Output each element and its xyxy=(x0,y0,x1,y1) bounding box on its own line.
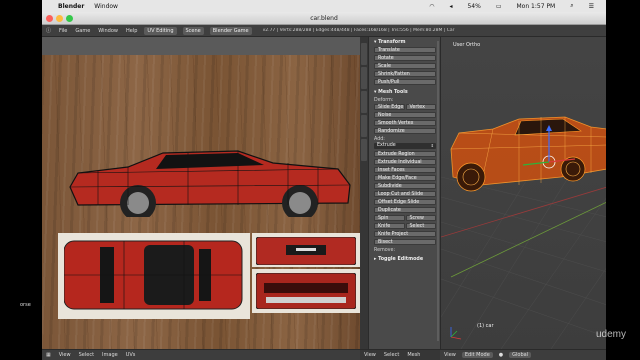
push-pull-button[interactable]: Push/Pull xyxy=(374,78,436,86)
menu-file[interactable]: File xyxy=(55,28,71,34)
tab-grease-pencil[interactable] xyxy=(361,139,367,161)
extrude-select[interactable]: Extrude xyxy=(374,142,436,150)
scene-stats: v2.77 | Verts:288/288 | Edges:448/448 | … xyxy=(262,28,455,33)
menu-help[interactable]: Help xyxy=(122,28,141,34)
menu-window[interactable]: Window xyxy=(90,3,124,10)
vp-menu-view[interactable]: View xyxy=(440,352,460,358)
car-front-texture xyxy=(256,237,356,265)
scene-selector[interactable]: Scene xyxy=(182,26,204,35)
slide-row: Slide Edge Vertex xyxy=(374,103,436,111)
udemy-watermark: udemy xyxy=(595,329,626,340)
loop-cut-slide-button[interactable]: Loop Cut and Slide xyxy=(374,190,436,198)
zoom-icon[interactable] xyxy=(66,15,73,22)
extrude-region-button[interactable]: Extrude Region xyxy=(374,150,436,158)
search-icon[interactable]: ⌕ xyxy=(566,2,579,10)
spin-row: Spin Screw xyxy=(374,214,436,222)
list-icon[interactable]: ☰ xyxy=(585,3,600,10)
vertex-button[interactable]: Vertex xyxy=(405,103,436,111)
shrink-fatten-button[interactable]: Shrink/Fatten xyxy=(374,70,436,78)
menu-window[interactable]: Window xyxy=(94,28,122,34)
tab-tools[interactable] xyxy=(361,43,367,65)
tool-shelf: ▾ Transform Translate Rotate Scale Shrin… xyxy=(368,37,440,349)
uv-menu-image[interactable]: Image xyxy=(98,352,122,358)
battery-percent[interactable]: 54% xyxy=(463,3,486,10)
app-menu-blender[interactable]: Blender xyxy=(54,3,90,10)
car-rear-texture xyxy=(256,273,356,309)
rotate-button[interactable]: Rotate xyxy=(374,54,436,62)
menubar-clock[interactable]: Mon 1:57 PM xyxy=(513,3,562,10)
left-cutoff-text: orse xyxy=(20,302,31,308)
tab-shading[interactable] xyxy=(361,91,367,113)
status-area: ◠ ◂ 54% ▭ Mon 1:57 PM ⌕ ☰ xyxy=(425,2,606,10)
knife-project-button[interactable]: Knife Project xyxy=(374,230,436,238)
wifi-icon[interactable]: ◠ xyxy=(425,3,440,10)
bisect-button[interactable]: Bisect xyxy=(374,238,436,246)
knife-row: Knife Select xyxy=(374,222,436,230)
subdivide-button[interactable]: Subdivide xyxy=(374,182,436,190)
offset-edge-slide-button[interactable]: Offset Edge Slide xyxy=(374,198,436,206)
remove-label: Remove: xyxy=(374,247,396,253)
mid-header: View Select Mesh xyxy=(360,349,440,360)
uv-image-editor[interactable] xyxy=(42,37,360,349)
battery-icon: ▭ xyxy=(495,2,502,10)
menu-game[interactable]: Game xyxy=(71,28,94,34)
select-button[interactable]: Select xyxy=(405,222,436,230)
window-title: car.blend xyxy=(310,15,338,22)
inset-faces-button[interactable]: Inset Faces xyxy=(374,166,436,174)
deform-label: Deform: xyxy=(374,97,394,103)
minimize-icon[interactable] xyxy=(56,15,63,22)
tab-create[interactable] xyxy=(361,67,367,89)
uv-menu-uvs[interactable]: UVs xyxy=(122,352,140,358)
macos-menubar: Blender Window ◠ ◂ 54% ▭ Mon 1:57 PM ⌕ ☰ xyxy=(42,0,606,12)
layout-selector[interactable]: UV Editing xyxy=(144,26,177,35)
translate-button[interactable]: Translate xyxy=(374,47,436,54)
mid-menu-view[interactable]: View xyxy=(360,352,380,358)
pivot-selector[interactable]: Global xyxy=(509,352,532,358)
toolshelf-tabs[interactable] xyxy=(360,37,368,349)
viewport-scene xyxy=(441,116,606,349)
knife-button[interactable]: Knife xyxy=(374,222,405,230)
engine-selector[interactable]: Blender Game xyxy=(209,26,252,35)
panel-title-transform[interactable]: ▾ Transform xyxy=(369,37,440,47)
window-titlebar: car.blend xyxy=(42,12,606,25)
panel-title-mesh-tools[interactable]: ▾ Mesh Tools xyxy=(369,87,440,97)
mid-menu-select[interactable]: Select xyxy=(380,352,403,358)
make-edge-face-button[interactable]: Make Edge/Face xyxy=(374,174,436,182)
smooth-vertex-button[interactable]: Smooth Vertex xyxy=(374,119,436,127)
screw-button[interactable]: Screw xyxy=(405,214,436,222)
randomize-button[interactable]: Randomize xyxy=(374,127,436,135)
extrude-individual-button[interactable]: Extrude Individual xyxy=(374,158,436,166)
scale-button[interactable]: Scale xyxy=(374,62,436,70)
mode-selector[interactable]: Edit Mode xyxy=(461,352,493,358)
duplicate-button[interactable]: Duplicate xyxy=(374,206,436,214)
car-side-texture xyxy=(69,150,351,217)
car-mesh[interactable] xyxy=(450,116,606,192)
add-label: Add: xyxy=(374,136,385,142)
active-object-label: (1) car xyxy=(477,323,494,329)
uv-menu-view[interactable]: View xyxy=(55,352,75,358)
letterbox-right xyxy=(606,0,640,360)
shading-icon[interactable]: ● xyxy=(495,352,507,358)
uv-menu-select[interactable]: Select xyxy=(75,352,98,358)
uv-editor-header: ▦ View Select Image UVs xyxy=(42,349,360,360)
close-icon[interactable] xyxy=(46,15,53,22)
volume-icon[interactable]: ◂ xyxy=(445,3,458,10)
mid-menu-mesh[interactable]: Mesh xyxy=(403,352,424,358)
editor-type-icon[interactable]: ⓘ xyxy=(42,27,55,34)
noise-button[interactable]: Noise xyxy=(374,111,436,119)
slide-edge-button[interactable]: Slide Edge xyxy=(374,103,405,111)
viewport-header: View Edit Mode ● Global xyxy=(440,349,606,360)
window-controls xyxy=(46,15,73,22)
tab-options[interactable] xyxy=(361,115,367,137)
toolshelf-scrollbar[interactable] xyxy=(437,41,439,341)
spin-button[interactable]: Spin xyxy=(374,214,405,222)
axis-widget-icon xyxy=(450,327,462,340)
panel-title-toggle-editmode[interactable]: ▸ Toggle Editmode xyxy=(369,254,440,264)
car-top-texture xyxy=(64,240,243,310)
blender-info-header: ⓘ File Game Window Help UV Editing Scene… xyxy=(42,25,606,37)
3d-viewport[interactable]: User Ortho (1) car xyxy=(440,37,606,349)
uv-editor-type-icon[interactable]: ▦ xyxy=(42,352,55,358)
